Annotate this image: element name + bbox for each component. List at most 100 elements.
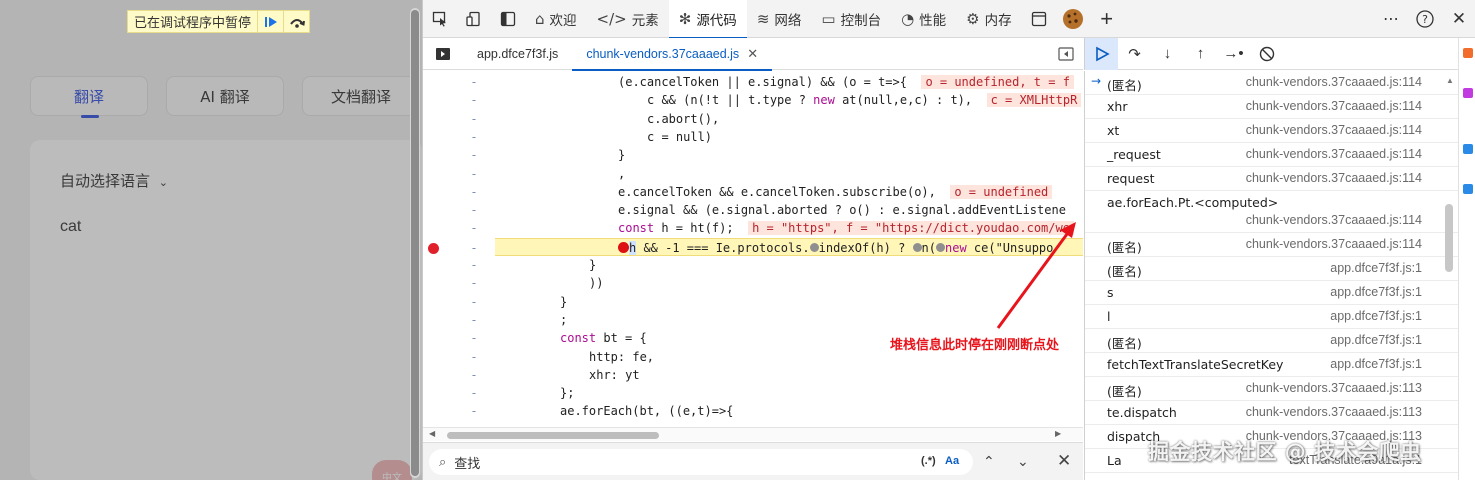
line-gutter[interactable]: -	[469, 402, 479, 420]
line-gutter[interactable]: -	[469, 311, 479, 329]
page-scrollbar[interactable]	[410, 8, 420, 478]
source-language-select[interactable]: 自动选择语言 ⌄	[60, 170, 168, 191]
close-tab-icon[interactable]: ✕	[747, 46, 758, 62]
tab-welcome[interactable]: ⌂ 欢迎	[525, 0, 587, 38]
frame-location-link[interactable]: app.dfce7f3f.js:1	[1330, 285, 1422, 299]
close-find-icon[interactable]: ✕	[1057, 451, 1071, 471]
application-panel-icon[interactable]	[1022, 0, 1056, 38]
find-previous-icon[interactable]: ⌃	[983, 453, 995, 470]
frame-location-link[interactable]: chunk-vendors.37caaaed.js:114	[1246, 123, 1422, 137]
call-stack-frame[interactable]: _request chunk-vendors.37caaaed.js:114	[1085, 143, 1458, 167]
call-stack-frame[interactable]: → (匿名) chunk-vendors.37caaaed.js:114	[1085, 71, 1458, 95]
code-line[interactable]: -,	[423, 165, 1083, 183]
deactivate-breakpoints-button[interactable]	[1250, 38, 1283, 70]
code-line[interactable]: - e.cancelToken && e.cancelToken.subscrib…	[423, 183, 1083, 201]
call-stack-frame[interactable]: xhr chunk-vendors.37caaaed.js:114	[1085, 95, 1458, 119]
frame-location-link[interactable]: app.dfce7f3f.js:1	[1330, 309, 1422, 323]
breakpoint-dot[interactable]	[428, 242, 439, 254]
line-gutter[interactable]: -	[469, 256, 479, 274]
call-stack-frame[interactable]: ae.forEach.Pt.<computed> chunk-vendors.37…	[1085, 191, 1458, 233]
line-gutter[interactable]: -	[469, 73, 479, 91]
frame-location-link[interactable]: chunk-vendors.37caaaed.js:114	[1246, 75, 1422, 89]
code-line[interactable]: - c && (n(!t || t.type ? new at(null,e,c)…	[423, 91, 1083, 109]
code-line[interactable]: - c.abort(),	[423, 110, 1083, 128]
floating-language-button[interactable]: 中文	[372, 460, 412, 480]
code-line[interactable]: - xhr: yt	[423, 366, 1083, 384]
match-case-toggle[interactable]: Aa	[945, 455, 959, 467]
frame-location-link[interactable]: chunk-vendors.37caaaed.js:113	[1246, 381, 1422, 395]
code-line[interactable]: -;	[423, 311, 1083, 329]
call-stack-frame[interactable]: (匿名) app.dfce7f3f.js:1	[1085, 329, 1458, 353]
code-line[interactable]: -))	[423, 274, 1083, 292]
help-icon[interactable]: ?	[1408, 0, 1442, 38]
line-gutter[interactable]: -	[469, 128, 479, 146]
call-stack-frame[interactable]: (匿名) chunk-vendors.37caaaed.js:113	[1085, 377, 1458, 401]
step-marker[interactable]	[912, 242, 922, 252]
code-line[interactable]: - ae.forEach(bt, ((e,t)=>{	[423, 402, 1083, 420]
find-next-icon[interactable]: ⌄	[1017, 453, 1029, 470]
toggle-navigator-icon[interactable]	[423, 38, 463, 70]
frame-location-link[interactable]: chunk-vendors.37caaaed.js:114	[1246, 99, 1422, 113]
call-stack-frame[interactable]: te.dispatch chunk-vendors.37caaaed.js:113	[1085, 401, 1458, 425]
source-text-input[interactable]: cat	[60, 218, 81, 236]
step-over-button[interactable]: ↷	[1118, 38, 1151, 70]
line-gutter[interactable]: -	[469, 183, 479, 201]
file-tab-chunk-vendors[interactable]: chunk-vendors.37caaaed.js ✕	[572, 38, 772, 71]
step-into-button[interactable]: ↓	[1151, 38, 1184, 70]
code-line[interactable]: -}	[423, 146, 1083, 164]
cookie-icon[interactable]	[1056, 0, 1090, 38]
step-button[interactable]: →•	[1217, 38, 1250, 70]
tab-network[interactable]: ≋ 网络	[747, 0, 812, 38]
code-line[interactable]: -}	[423, 293, 1083, 311]
tab-console[interactable]: ▭ 控制台	[811, 0, 891, 38]
breakpoint-marker[interactable]	[618, 241, 629, 253]
file-tab-app[interactable]: app.dfce7f3f.js	[463, 38, 572, 70]
inspect-element-icon[interactable]	[423, 0, 457, 38]
frame-location-link[interactable]: chunk-vendors.37caaaed.js:114	[1246, 147, 1422, 161]
tab-ai-translate[interactable]: AI 翻译	[166, 76, 284, 116]
code-line[interactable]: - e.signal && (e.signal.aborted ? o() : e…	[423, 201, 1083, 219]
frame-location-link[interactable]: chunk-vendors.37caaaed.js:114	[1246, 237, 1422, 251]
tab-memory[interactable]: ⚙ 内存	[956, 0, 1021, 38]
frame-location-link[interactable]: app.dfce7f3f.js:1	[1330, 261, 1422, 275]
call-stack-scrollbar[interactable]	[1445, 204, 1453, 272]
frame-location-link[interactable]: chunk-vendors.37caaaed.js:113	[1246, 405, 1422, 419]
call-stack-frame[interactable]: l app.dfce7f3f.js:1	[1085, 305, 1458, 329]
stack-scroll-up-icon[interactable]: ▲	[1446, 76, 1454, 85]
frame-location-link[interactable]: app.dfce7f3f.js:1	[1330, 333, 1422, 347]
line-gutter[interactable]: -	[469, 219, 479, 237]
tab-performance[interactable]: ◔ 性能	[891, 0, 956, 38]
line-gutter[interactable]: -	[469, 329, 479, 347]
line-gutter[interactable]: -	[469, 348, 479, 366]
edge-icon-blue-2[interactable]	[1463, 184, 1473, 194]
resume-button[interactable]	[1085, 37, 1118, 70]
tab-translate[interactable]: 翻译	[30, 76, 148, 118]
step-marker[interactable]	[809, 242, 819, 252]
edge-icon-orange[interactable]	[1463, 48, 1473, 58]
more-options-icon[interactable]: ⋯	[1374, 0, 1408, 38]
line-gutter[interactable]: -	[469, 274, 479, 292]
line-gutter[interactable]: -	[469, 201, 479, 219]
code-line[interactable]: -};	[423, 384, 1083, 402]
call-stack-frame[interactable]: request chunk-vendors.37caaaed.js:114	[1085, 167, 1458, 191]
tab-elements[interactable]: </> 元素	[587, 0, 669, 38]
line-gutter[interactable]: -	[469, 110, 479, 128]
call-stack-frame[interactable]: (匿名) app.dfce7f3f.js:1	[1085, 257, 1458, 281]
step-over-button[interactable]	[283, 11, 309, 32]
code-line[interactable]: - c = null)	[423, 128, 1083, 146]
toggle-sidebar-icon[interactable]	[491, 0, 525, 38]
scroll-left-icon[interactable]: ◀	[429, 429, 435, 438]
line-gutter[interactable]: -	[469, 384, 479, 402]
tab-document-translate[interactable]: 文档翻译	[302, 76, 420, 116]
frame-location-link[interactable]: chunk-vendors.37caaaed.js:114	[1246, 171, 1422, 185]
resume-execution-button[interactable]	[257, 11, 283, 32]
frame-location-link[interactable]: chunk-vendors.37caaaed.js:114	[1246, 213, 1422, 227]
toggle-debugger-sidebar-icon[interactable]	[1049, 46, 1083, 61]
step-out-button[interactable]: ↑	[1184, 38, 1217, 70]
add-panel-icon[interactable]: +	[1090, 0, 1124, 38]
code-line[interactable]: - (e.cancelToken || e.signal) && (o = t=>…	[423, 73, 1083, 91]
frame-location-link[interactable]: app.dfce7f3f.js:1	[1330, 357, 1422, 371]
line-gutter[interactable]: -	[469, 366, 479, 384]
edge-icon-purple[interactable]	[1463, 88, 1473, 98]
tab-sources[interactable]: ✻ 源代码	[668, 0, 747, 39]
